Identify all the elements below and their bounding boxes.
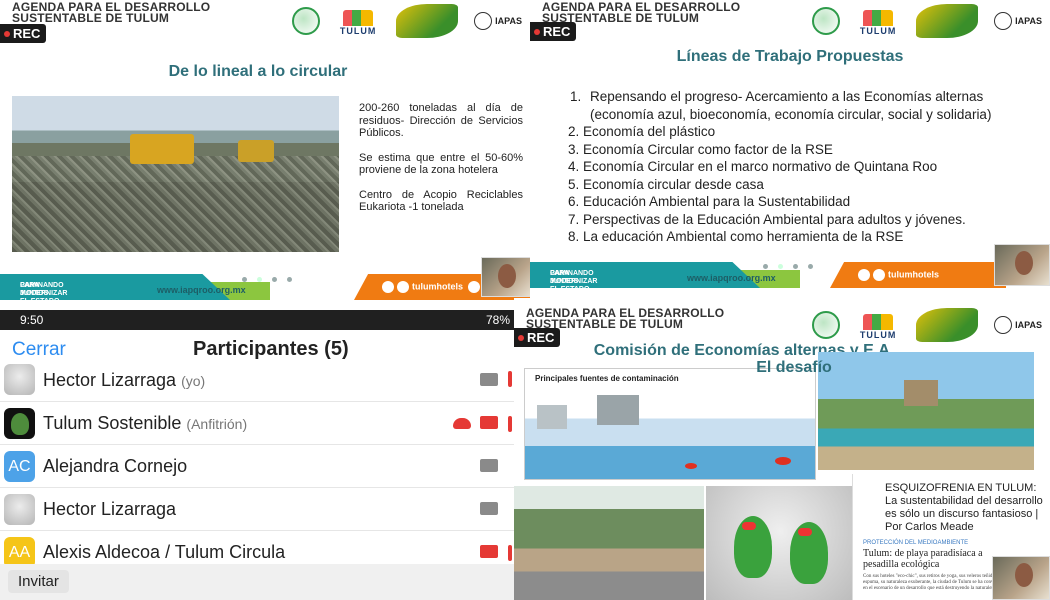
tulum-logo: TULUM: [856, 6, 900, 36]
participant-video-thumbnail[interactable]: [994, 244, 1050, 286]
slide-header: AGENDA PARA EL DESARROLLO SUSTENTABLE DE…: [0, 0, 530, 43]
sponsor-logos: TULUM IAPAS: [812, 308, 1042, 342]
slide-panel-top-left: AGENDA PARA EL DESARROLLO SUSTENTABLE DE…: [0, 0, 530, 300]
avatar: [4, 408, 35, 439]
participant-row[interactable]: Tulum Sostenible (Anfitrión): [0, 402, 514, 445]
participants-title: Participantes (5): [193, 338, 349, 360]
slide-body-text: 200-260 toneladas al día de residuos- Di…: [359, 102, 523, 213]
list-item: 8. La educación Ambiental como herramient…: [568, 229, 904, 244]
participant-name: Hector Lizarraga: [43, 370, 177, 390]
web-icon: [468, 281, 481, 293]
participant-video-thumbnail[interactable]: [992, 556, 1050, 600]
footer-url: www.iapqroo.org.mx: [687, 273, 776, 283]
slide-header: AGENDA PARA EL DESARROLLO SUSTENTABLE DE…: [514, 298, 1050, 347]
participant-row[interactable]: Hector Lizarraga (yo): [0, 362, 514, 402]
rec-indicator: REC: [0, 24, 47, 43]
participants-bottom-bar: Invitar: [0, 564, 514, 600]
camera-icon[interactable]: [480, 545, 498, 558]
list-item: 5. Economía circular desde casa: [568, 176, 764, 192]
microphone-muted-icon[interactable]: [508, 416, 512, 432]
leaf-logo-icon: [396, 4, 459, 38]
globe-logo-icon: [812, 7, 841, 35]
participant-name: Hector Lizarraga: [43, 499, 177, 519]
globe-logo-icon: [292, 7, 321, 35]
slide-subtitle: El desafío: [756, 359, 832, 376]
participants-list: Hector Lizarraga (yo) Tulum Sostenible (…: [0, 362, 514, 574]
avatar: [4, 494, 35, 525]
slide-panel-bottom-right: AGENDA PARA EL DESARROLLO SUSTENTABLE DE…: [514, 298, 1050, 600]
rec-indicator: REC: [530, 22, 577, 41]
list-item: 7. Perspectivas de la Educación Ambiental…: [568, 211, 966, 227]
rec-dot-icon: [534, 28, 540, 35]
slide-footer: CAMINANDO JUNTOSPARA MODERNIZAR EL ESTAD…: [530, 262, 1050, 288]
avatar: [4, 364, 35, 395]
participant-row[interactable]: Hector Lizarraga: [0, 488, 514, 531]
iapas-logo: IAPAS: [994, 316, 1042, 334]
slide-title: Líneas de Trabajo Propuestas: [676, 48, 904, 65]
list-item: 4. Economía Circular en el marco normativ…: [568, 159, 938, 174]
participant-name: Alexis Aldecoa / Tulum Circula: [43, 542, 286, 562]
footer-url: www.iapqroo.org.mx: [157, 285, 246, 295]
parrots-photo: [706, 486, 854, 600]
landfill-photo: [12, 96, 339, 252]
work-lines-list: 1. Repensando el progreso- Acercamiento a…: [568, 88, 1046, 246]
list-item: 3. Economía Circular como factor de la RS…: [568, 141, 833, 157]
instagram-icon: [397, 281, 409, 293]
tulum-logo: TULUM: [856, 310, 900, 340]
invite-button[interactable]: Invitar: [8, 570, 69, 593]
leaf-logo-icon: [916, 4, 979, 38]
instagram-icon: [873, 269, 885, 281]
slide-header-title: AGENDA PARA EL DESARROLLO SUSTENTABLE DE…: [542, 0, 741, 25]
participants-panel: 9:50 78% Cerrar Participantes (5) Hector…: [0, 310, 514, 600]
news-title: Tulum: de playa paradisíaca a pesadilla …: [863, 548, 983, 570]
leaf-logo-icon: [916, 308, 979, 342]
camera-icon[interactable]: [480, 373, 498, 386]
facebook-icon: [382, 281, 394, 293]
list-item: 1. Repensando el progreso- Acercamiento a…: [570, 89, 992, 122]
iapas-logo: IAPAS: [994, 12, 1042, 30]
pollution-diagram: Principales fuentes de contaminación: [524, 368, 816, 480]
slide-footer: CAMINANDO JUNTOSPARA MODERNIZAR EL ESTAD…: [0, 274, 530, 300]
camera-icon[interactable]: [480, 459, 498, 472]
news-headline: ESQUIZOFRENIA EN TULUM: La sustentabilid…: [885, 482, 1043, 533]
street-photo: [514, 486, 704, 600]
sponsor-logos: TULUM IAPAS: [812, 4, 1042, 38]
list-item: 6. Educación Ambiental para la Sustentabi…: [568, 194, 851, 209]
camera-icon[interactable]: [480, 416, 498, 429]
slide-header-title: AGENDA PARA EL DESARROLLO SUSTENTABLE DE…: [526, 306, 725, 331]
participant-row[interactable]: AC Alejandra Cornejo: [0, 445, 514, 488]
status-time: 9:50: [20, 313, 44, 327]
participant-video-thumbnail[interactable]: [481, 257, 530, 297]
iapas-logo: IAPAS: [474, 12, 522, 30]
camera-icon[interactable]: [480, 502, 498, 515]
phone-status-bar: 9:50 78%: [0, 310, 514, 330]
microphone-muted-icon[interactable]: [508, 545, 512, 561]
slide-title: De lo lineal a lo circular: [168, 63, 348, 80]
participant-name: Tulum Sostenible: [43, 413, 182, 433]
avatar: AC: [4, 451, 35, 482]
sponsor-logos: TULUM IAPAS: [292, 4, 522, 38]
slide-header: AGENDA PARA EL DESARROLLO SUSTENTABLE DE…: [530, 0, 1050, 42]
facebook-icon: [858, 269, 870, 281]
participant-name: Alejandra Cornejo: [43, 456, 188, 476]
rec-dot-icon: [4, 30, 10, 37]
globe-logo-icon: [812, 311, 841, 339]
cloud-recording-icon: [453, 418, 471, 429]
status-battery: 78%: [485, 313, 510, 327]
slide-header-title: AGENDA PARA EL DESARROLLO SUSTENTABLE DE…: [12, 0, 211, 25]
rec-dot-icon: [518, 334, 524, 341]
list-item: 2. Economía del plástico: [568, 124, 716, 139]
tulum-logo: TULUM: [336, 6, 380, 36]
close-button[interactable]: Cerrar: [12, 339, 66, 361]
microphone-muted-icon[interactable]: [508, 371, 512, 387]
slide-panel-top-right: AGENDA PARA EL DESARROLLO SUSTENTABLE DE…: [530, 0, 1050, 300]
